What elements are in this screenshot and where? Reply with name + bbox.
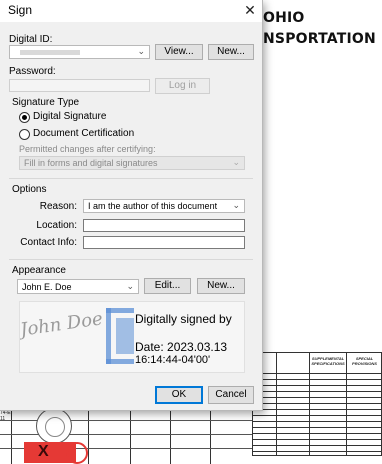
- ok-button[interactable]: OK: [155, 386, 203, 404]
- sign-dialog: Sign ✕ Digital ID: ⌄ View... New... Pass…: [0, 0, 263, 411]
- login-button[interactable]: Log in: [155, 78, 210, 94]
- password-field[interactable]: [9, 79, 150, 92]
- permitted-changes-dropdown[interactable]: Fill in forms and digital signatures ⌄: [19, 156, 245, 170]
- signed-time-line: 16:14:44-04'00': [135, 354, 211, 366]
- doc-side-label: 74-E 11: [0, 410, 11, 422]
- cancel-button[interactable]: Cancel: [208, 386, 254, 404]
- contact-info-field[interactable]: [83, 236, 245, 249]
- new-appearance-button[interactable]: New...: [197, 278, 245, 294]
- contact-info-label: Contact Info:: [20, 237, 77, 248]
- digital-id-dropdown[interactable]: ⌄: [9, 45, 150, 59]
- options-heading: Options: [12, 184, 47, 195]
- watermark-logo-icon: [106, 308, 134, 364]
- location-field[interactable]: [83, 219, 245, 232]
- permitted-changes-label: Permitted changes after certifying:: [19, 144, 156, 154]
- state-seal-icon: [36, 408, 72, 444]
- close-icon[interactable]: ✕: [238, 0, 262, 20]
- red-circle-annotation: [66, 442, 88, 464]
- chevron-down-icon: ⌄: [232, 200, 240, 210]
- handwritten-signature: John Doe: [19, 308, 104, 341]
- chevron-down-icon: ⌄: [137, 46, 145, 56]
- signature-type-heading: Signature Type: [12, 97, 80, 108]
- doc-table: SUPPLEMENTAL SPECIFICATIONS SPECIAL PROV…: [252, 352, 382, 456]
- chevron-down-icon: ⌄: [126, 281, 134, 291]
- location-label: Location:: [36, 220, 77, 231]
- table-header-supplemental: SUPPLEMENTAL SPECIFICATIONS: [309, 353, 346, 373]
- digital-signature-radio[interactable]: [19, 112, 30, 123]
- edit-appearance-button[interactable]: Edit...: [144, 278, 191, 294]
- title-bar[interactable]: Sign ✕: [0, 0, 262, 22]
- x-mark-icon: X: [38, 443, 49, 460]
- digital-signature-label[interactable]: Digital Signature: [33, 111, 106, 122]
- appearance-dropdown[interactable]: John E. Doe ⌄: [17, 279, 139, 294]
- digital-id-label: Digital ID:: [9, 34, 53, 45]
- signed-date-line: Date: 2023.03.13: [135, 340, 228, 354]
- section-divider: [9, 259, 253, 260]
- section-divider: [9, 178, 253, 179]
- document-certification-label[interactable]: Document Certification: [33, 128, 134, 139]
- chevron-down-icon: ⌄: [232, 157, 240, 167]
- view-button[interactable]: View...: [155, 44, 203, 60]
- dialog-title: Sign: [8, 3, 33, 17]
- redacted-id-bar: [20, 50, 80, 55]
- signature-preview: John Doe Digitally signed by Date: 2023.…: [19, 301, 245, 373]
- reason-label: Reason:: [39, 201, 77, 212]
- signed-by-line: Digitally signed by: [135, 312, 232, 326]
- new-digital-id-button[interactable]: New...: [208, 44, 254, 60]
- table-header-special: SPECIAL PROVISIONS: [346, 353, 382, 373]
- appearance-heading: Appearance: [12, 265, 66, 276]
- password-label: Password:: [9, 66, 56, 77]
- document-certification-radio[interactable]: [19, 129, 30, 140]
- doc-heading-transportation: NSPORTATION: [263, 31, 376, 47]
- doc-heading-ohio: OHIO: [263, 10, 305, 26]
- reason-dropdown[interactable]: I am the author of this document ⌄: [83, 199, 245, 213]
